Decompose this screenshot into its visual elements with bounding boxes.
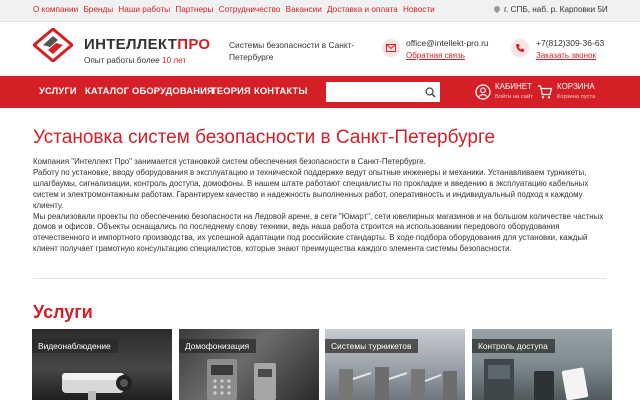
top-bar: О компании Бренды Наши работы Партнеры С… xyxy=(0,0,640,22)
map-pin-icon xyxy=(492,4,502,14)
address-text: г. СПБ, наб. р. Карповки 5И xyxy=(504,5,608,14)
top-nav: О компании Бренды Наши работы Партнеры С… xyxy=(33,5,438,14)
envelope-icon xyxy=(382,39,400,57)
service-card-video[interactable]: Видеонаблюдение xyxy=(32,329,172,400)
service-card-label: Системы турникетов xyxy=(325,339,419,353)
nav-item-contacts[interactable]: Контакты xyxy=(254,86,308,96)
nav-item-catalog[interactable]: Каталог оборудования xyxy=(85,86,214,96)
top-nav-link-about[interactable]: О компании xyxy=(33,5,78,14)
brand-name[interactable]: ИНТЕЛЛЕКТПРО xyxy=(84,36,210,53)
tagline: Системы безопасности в Санкт-Петербурге xyxy=(229,40,355,62)
page-title: Установка систем безопасности в Санкт-Пе… xyxy=(33,127,496,148)
section-divider xyxy=(33,278,606,279)
service-card-access[interactable]: Контроль доступа xyxy=(472,329,612,400)
cart-link[interactable]: Корзина xyxy=(557,82,595,91)
brand-accent: ПРО xyxy=(177,36,211,53)
feedback-link[interactable]: Обратная связь xyxy=(406,51,465,60)
cabinet-subtitle: Войти на сайт xyxy=(495,94,533,100)
nav-item-theory[interactable]: Теория xyxy=(211,86,251,96)
phone-icon xyxy=(511,39,529,57)
nav-item-services[interactable]: Услуги xyxy=(39,86,77,96)
top-nav-link-news[interactable]: Новости xyxy=(403,5,435,14)
top-nav-link-cooperation[interactable]: Сотрудничество xyxy=(219,5,281,14)
top-nav-link-vacancies[interactable]: Вакансии xyxy=(286,5,322,14)
top-nav-link-delivery[interactable]: Доставка и оплата xyxy=(327,5,398,14)
top-nav-link-works[interactable]: Наши работы xyxy=(118,5,170,14)
intro-text: Компания "Интеллект Про" занимается уста… xyxy=(33,157,613,255)
cart-icon[interactable] xyxy=(537,84,553,100)
cabinet-link[interactable]: Кабинет xyxy=(495,82,532,91)
phone-number[interactable]: +7(812)309-36-63 xyxy=(536,38,604,48)
service-card-label: Домофонизация xyxy=(179,339,257,353)
cart-status: Корзина пуста xyxy=(557,94,596,100)
intro-paragraph-3: Мы реализовали проекты по обеспечению бе… xyxy=(33,211,604,254)
experience-years: 10 лет xyxy=(162,56,187,65)
user-icon[interactable] xyxy=(475,84,491,100)
email-text[interactable]: office@intellekt-pro.ru xyxy=(406,38,489,48)
callback-link[interactable]: Заказать звонок xyxy=(536,51,596,60)
address: г. СПБ, наб. р. Карповки 5И xyxy=(492,4,608,14)
search-icon xyxy=(424,86,436,98)
top-nav-link-brands[interactable]: Бренды xyxy=(83,5,113,14)
intro-paragraph-1: Компания "Интеллект Про" занимается уста… xyxy=(33,157,426,166)
service-card-intercom[interactable]: Домофонизация xyxy=(179,329,319,400)
service-card-label: Контроль доступа xyxy=(472,339,555,353)
experience-prefix: Опыт работы более xyxy=(84,56,163,65)
services-title: Услуги xyxy=(33,302,93,322)
experience-text: Опыт работы более 10 лет xyxy=(84,56,186,65)
top-nav-link-partners[interactable]: Партнеры xyxy=(175,5,213,14)
service-card-label: Видеонаблюдение xyxy=(32,339,118,353)
brand-main: ИНТЕЛЛЕКТ xyxy=(84,36,178,53)
intro-paragraph-2: Работу по установке, вводу оборудования … xyxy=(33,167,589,210)
search-button[interactable] xyxy=(420,82,440,102)
logo-icon[interactable] xyxy=(33,28,73,62)
service-card-turnstile[interactable]: Системы турникетов xyxy=(325,329,465,400)
